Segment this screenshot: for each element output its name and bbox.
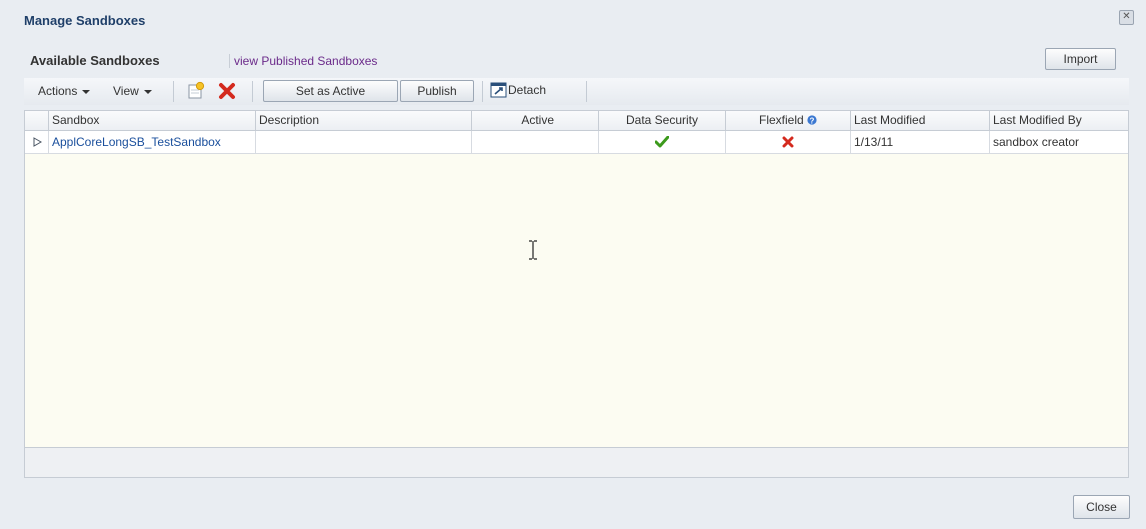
flexfield-header-label: Flexfield: [758, 113, 804, 127]
check-icon: [654, 135, 670, 148]
toolbar-separator: [482, 81, 483, 102]
actions-menu[interactable]: Actions: [38, 84, 91, 98]
create-sandbox-icon[interactable]: [186, 81, 206, 101]
close-button[interactable]: Close: [1073, 495, 1130, 519]
detach-button[interactable]: Detach: [490, 81, 546, 99]
column-header-flexfield[interactable]: Flexfield ?: [726, 111, 851, 131]
panel-title: Available Sandboxes: [30, 53, 160, 68]
view-menu-label: View: [113, 84, 139, 98]
svg-text:?: ?: [810, 116, 815, 125]
detach-label: Detach: [508, 83, 547, 97]
column-header-last-modified-by[interactable]: Last Modified By: [990, 111, 1128, 131]
expand-triangle-icon[interactable]: [32, 137, 42, 147]
text-cursor-icon: [529, 240, 537, 260]
actions-menu-label: Actions: [38, 84, 78, 98]
last-modified-by-cell: sandbox creator: [990, 131, 1128, 154]
header-expand-column: [25, 111, 49, 131]
view-menu[interactable]: View: [113, 84, 152, 98]
last-modified-cell: 1/13/11: [851, 131, 990, 154]
cross-icon: [782, 136, 794, 148]
import-button[interactable]: Import: [1045, 48, 1116, 70]
data-security-cell: [599, 131, 726, 154]
column-header-sandbox[interactable]: Sandbox: [49, 111, 256, 131]
chevron-down-icon: [82, 89, 91, 94]
sandbox-name-link[interactable]: ApplCoreLongSB_TestSandbox: [52, 135, 221, 149]
view-published-sandboxes-link[interactable]: view Published Sandboxes: [229, 54, 377, 68]
detach-icon: [490, 82, 507, 98]
active-cell: [472, 131, 599, 154]
publish-button[interactable]: Publish: [400, 80, 474, 102]
delete-icon[interactable]: [217, 81, 237, 101]
toolbar-separator: [586, 81, 587, 102]
column-header-description[interactable]: Description: [256, 111, 472, 131]
chevron-down-icon: [143, 89, 152, 94]
panel-header: Available Sandboxes view Published Sandb…: [24, 44, 1129, 74]
description-cell: [256, 131, 472, 154]
flexfield-cell: [726, 131, 851, 154]
sandbox-name-cell: ApplCoreLongSB_TestSandbox: [49, 131, 256, 154]
column-header-active[interactable]: Active: [472, 111, 599, 131]
column-header-last-modified[interactable]: Last Modified: [851, 111, 990, 131]
dialog-title: Manage Sandboxes: [24, 13, 146, 28]
dialog-close-icon[interactable]: ✕: [1119, 10, 1134, 25]
toolbar-separator: [173, 81, 174, 102]
set-as-active-button[interactable]: Set as Active: [263, 80, 398, 102]
column-header-data-security[interactable]: Data Security: [599, 111, 726, 131]
table-status-bar: [24, 448, 1129, 478]
toolbar: Actions View Set as Active Publish Detac…: [24, 78, 1129, 105]
sandboxes-table: Sandbox Description Active Data Security…: [24, 110, 1129, 448]
row-expand-cell[interactable]: [25, 131, 49, 154]
toolbar-separator: [252, 81, 253, 102]
help-icon[interactable]: ?: [807, 115, 817, 125]
